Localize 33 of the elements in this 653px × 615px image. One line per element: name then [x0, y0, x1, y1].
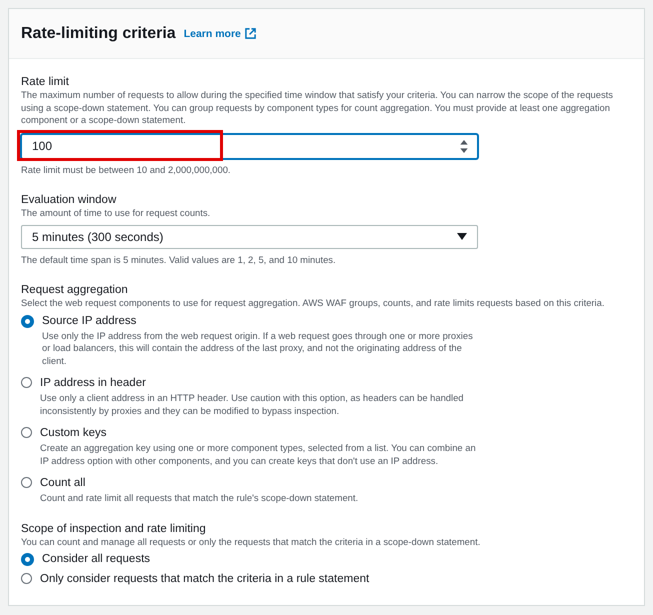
field-description: The maximum number of requests to allow during the specified time window that satisfy your criteria. You can narrow the scope of the requests using a scope-down statement. You can group requests by component types for count aggregation. You must provide at least one aggregation component or a scope-down statement. [21, 89, 614, 126]
spinner-icon[interactable] [460, 140, 468, 152]
radio-label[interactable]: Count all [40, 476, 358, 490]
field-description: The amount of time to use for request counts. [21, 207, 212, 220]
radio-label[interactable]: Consider all requests [42, 552, 150, 566]
option-description: Count and rate limit all requests that match the rule's scope-down statement. [40, 492, 358, 504]
radio-label[interactable]: Custom keys [40, 426, 480, 440]
radio-label[interactable]: IP address in header [40, 376, 480, 390]
constraint-text: Rate limit must be between 10 and 2,000,000,000. [21, 164, 232, 176]
rate-limit-field[interactable]: 100 [21, 134, 478, 158]
evaluation-window-select[interactable]: 5 minutes (300 seconds) [21, 224, 478, 248]
field-label: Rate limit [21, 75, 70, 89]
field-label: Evaluation window [21, 193, 118, 207]
radio-button[interactable] [21, 477, 32, 488]
radio-button[interactable] [21, 427, 32, 438]
option-description: Create an aggregation key using one or more component types, selected from a list. You can combine an IP address option with other components, and you can create keys that don't use an IP address. [40, 442, 477, 467]
radio-button[interactable] [21, 553, 34, 566]
radio-label[interactable]: Source IP address [42, 314, 482, 328]
caret-icon [457, 233, 467, 240]
field-label: Scope of inspection and rate limiting [21, 522, 207, 536]
panel-title: Rate-limiting criteria [21, 24, 176, 42]
constraint-text: The default time span is 5 minutes. Valid values are 1, 2, 5, and 10 minutes. [21, 254, 337, 266]
radio-label[interactable]: Only consider requests that match the criteria in a rule statement [40, 572, 370, 586]
field-description: You can count and manage all requests or only the requests that match the criteria in a scope-down statement. [21, 536, 482, 548]
external-link-icon [244, 28, 256, 39]
learn-more-link[interactable]: Learn more [184, 28, 256, 40]
radio-button[interactable] [21, 573, 32, 584]
option-description: Use only a client address in an HTTP header. Use caution with this option, as headers can be handled inconsistently by proxies and they can be modified to bypass inspection. [40, 392, 465, 417]
field-description: Select the web request components to use for request aggregation. AWS WAF groups, counts, and rate limits requests based on this criteria. [21, 297, 606, 310]
field-label: Request aggregation [21, 283, 129, 297]
radio-button[interactable] [21, 314, 34, 328]
option-description: Use only the IP address from the web request origin. If a web request goes through one or more proxies or load balancers, this will contain the address of the last proxy, and not the originating address of the client. [42, 330, 474, 367]
radio-button[interactable] [21, 377, 32, 388]
